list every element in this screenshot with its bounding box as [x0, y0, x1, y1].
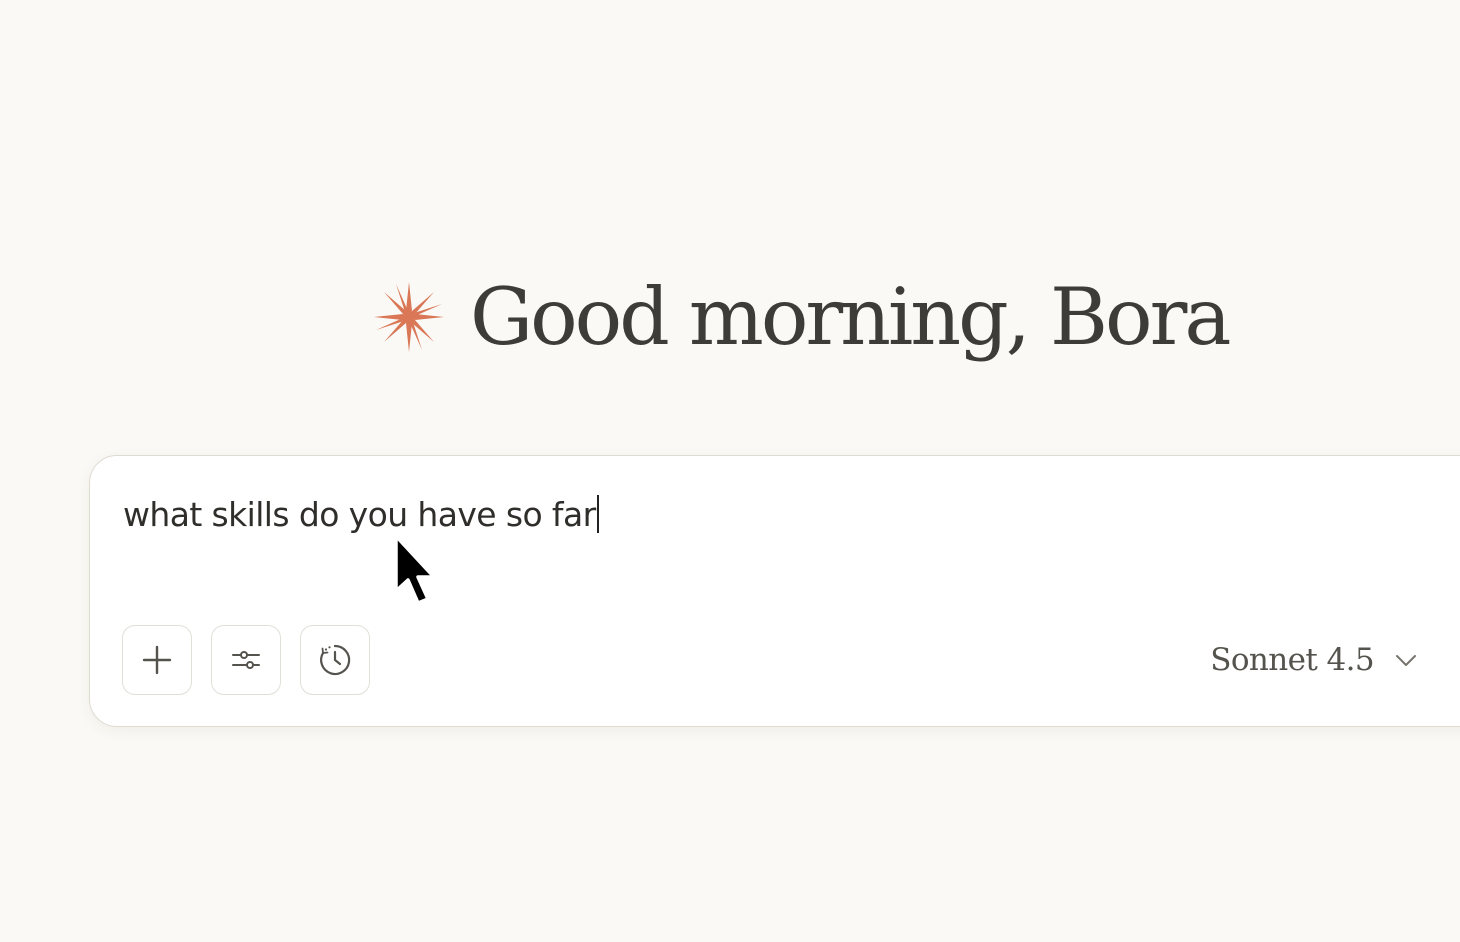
add-attachment-button[interactable] [122, 625, 192, 695]
clock-icon [320, 644, 351, 676]
sliders-icon [232, 651, 260, 669]
chevron-down-icon[interactable] [1392, 646, 1420, 674]
greeting-heading: Good morning, Bora [470, 270, 1231, 363]
plus-icon [142, 645, 172, 675]
spark-icon [374, 282, 444, 352]
message-input[interactable]: what skills do you have so far [123, 494, 599, 534]
history-button[interactable] [300, 625, 370, 695]
tools-settings-button[interactable] [211, 625, 281, 695]
greeting: Good morning, Bora [372, 262, 1231, 372]
model-name[interactable]: Sonnet 4.5 [1210, 642, 1374, 678]
new-chat-page: Good morning, Bora what skills do you ha… [0, 0, 1460, 942]
mouse-pointer-icon [394, 534, 436, 605]
message-input-value[interactable]: what skills do you have so far [123, 495, 596, 534]
model-selector[interactable]: Sonnet 4.5 [1210, 639, 1420, 681]
message-composer[interactable]: what skills do you have so far Sonnet 4.… [89, 455, 1460, 727]
text-caret [596, 495, 599, 533]
